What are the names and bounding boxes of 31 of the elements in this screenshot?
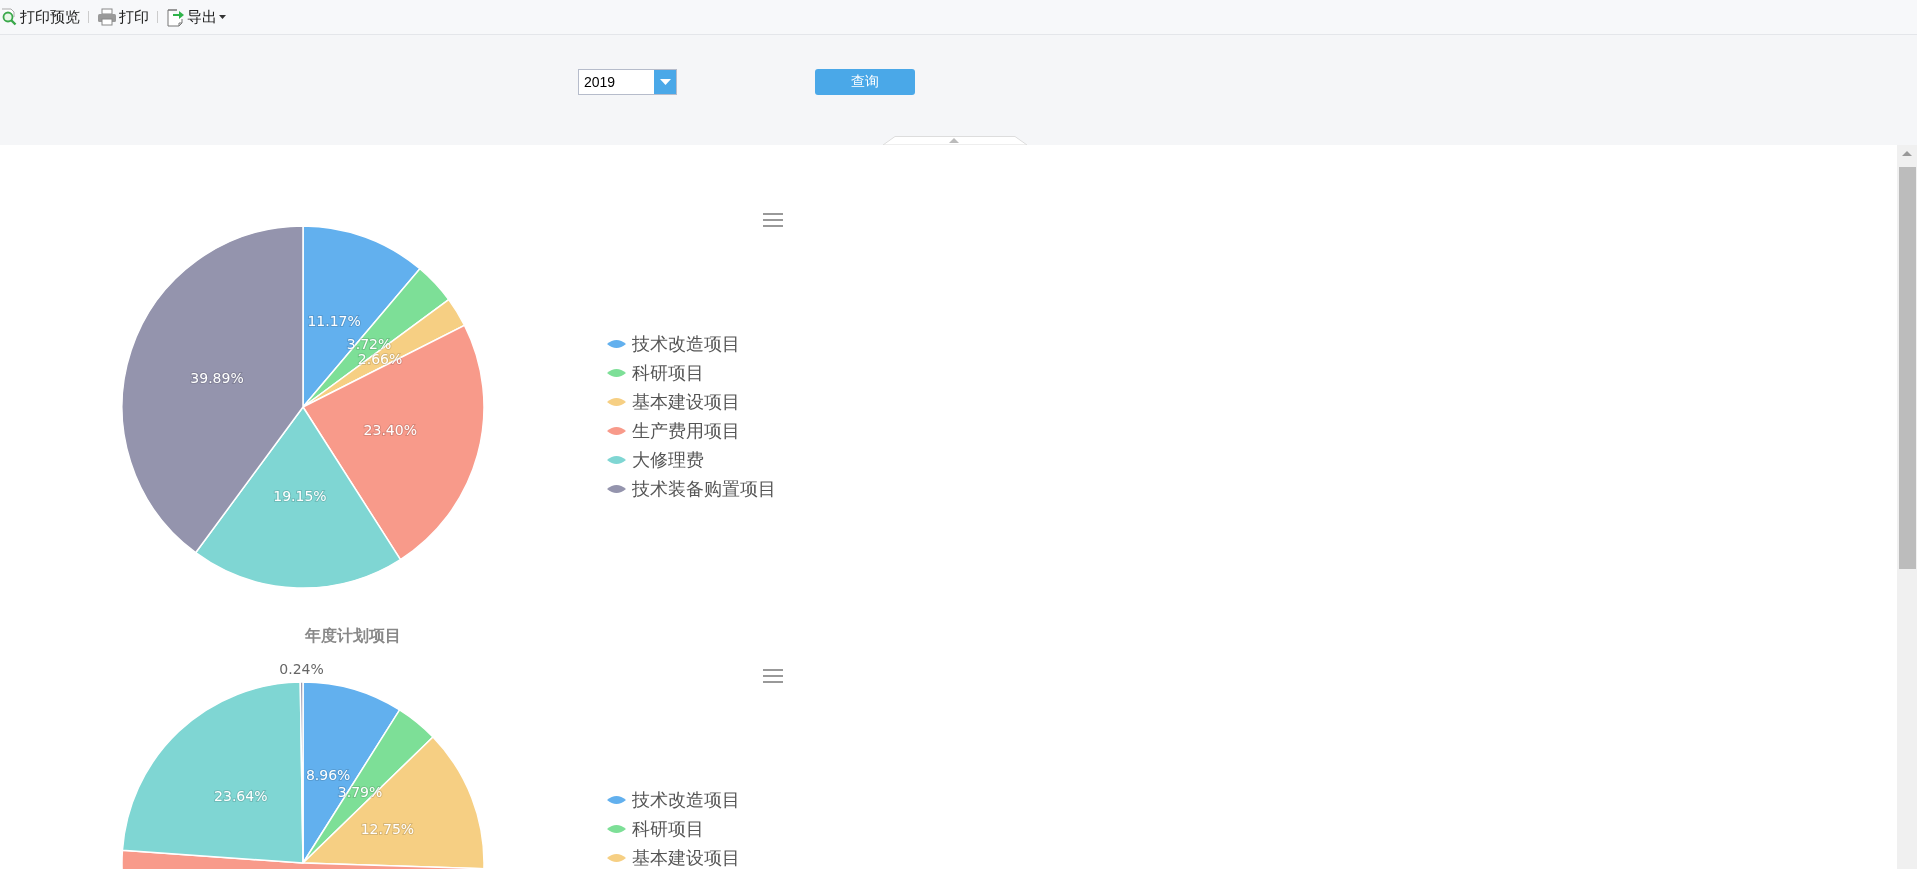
scrollbar-thumb[interactable]	[1898, 167, 1916, 569]
scrollbar[interactable]	[1897, 145, 1917, 869]
slice-label: 12.75%	[360, 821, 415, 838]
caret-icon	[219, 15, 226, 19]
legend-item[interactable]: 技术改造项目	[607, 785, 740, 814]
slice-label: 23.40%	[363, 421, 417, 438]
slice-label: 11.17%	[307, 313, 361, 329]
caret-icon	[659, 79, 671, 85]
menu-icon[interactable]	[762, 212, 784, 228]
collapse-tab[interactable]	[883, 136, 1027, 145]
legend-item[interactable]: 技术改造项目	[607, 329, 776, 358]
legend-item[interactable]: 科研项目	[607, 358, 776, 387]
printer-icon	[97, 8, 117, 26]
toolbar-button[interactable]: 导出	[166, 7, 226, 27]
slice-label: 8.96%	[305, 767, 351, 784]
slice-label: 0.24%	[279, 661, 324, 677]
menu-icon[interactable]	[762, 668, 784, 684]
toolbar-button[interactable]: 打印预览	[0, 7, 80, 27]
slice-label: 19.15%	[273, 488, 327, 505]
legend-item[interactable]: 技术装备购置项目	[607, 474, 776, 503]
legend-item[interactable]: 基本建设项目	[607, 387, 776, 416]
slice-label: 23.64%	[214, 788, 268, 805]
legend-item[interactable]: 大修理费	[607, 445, 776, 474]
year-select[interactable]: 2019	[578, 69, 677, 95]
toolbar-button[interactable]: 打印	[97, 7, 149, 27]
chart-title: 年度计划项目	[305, 627, 401, 645]
legend-item[interactable]: 科研项目	[607, 814, 740, 843]
legend-item[interactable]: 基本建设项目	[607, 843, 740, 869]
slice-label: 39.89%	[190, 369, 244, 386]
export-document-icon	[166, 7, 185, 27]
legend-item[interactable]: 生产费用项目	[607, 416, 776, 445]
